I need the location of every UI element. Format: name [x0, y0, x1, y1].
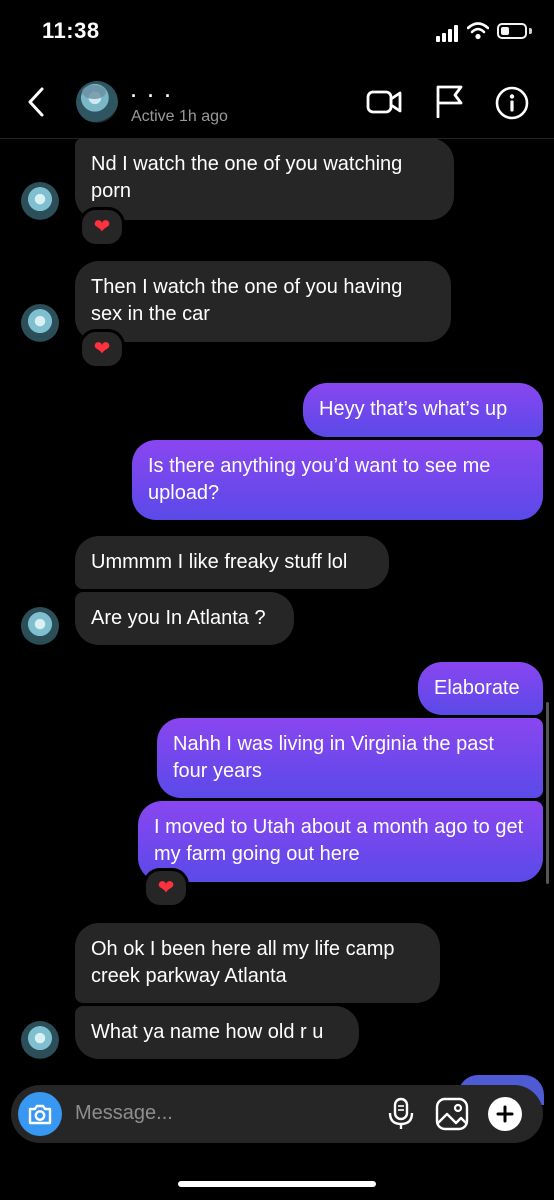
camera-icon: [28, 1104, 52, 1125]
incoming-message[interactable]: Ummmm I like freaky stuff lol: [75, 536, 389, 589]
reaction-badge[interactable]: ❤: [79, 207, 125, 247]
home-indicator[interactable]: [178, 1181, 376, 1187]
contact-avatar[interactable]: [76, 81, 118, 123]
sender-avatar[interactable]: [21, 182, 59, 220]
reaction-badge[interactable]: ❤: [79, 329, 125, 369]
incoming-message[interactable]: Nd I watch the one of you watching porn: [75, 138, 454, 220]
plus-icon: [496, 1105, 514, 1123]
outgoing-message[interactable]: Heyy that’s what’s up: [303, 383, 543, 437]
heart-reaction-icon: ❤: [93, 338, 111, 360]
incoming-message[interactable]: What ya name how old r u: [75, 1006, 359, 1059]
message-input[interactable]: Message...: [75, 1102, 173, 1125]
camera-button[interactable]: [18, 1092, 62, 1136]
contact-username[interactable]: · · ·: [131, 86, 174, 107]
incoming-message[interactable]: Then I watch the one of you having sex i…: [75, 261, 451, 342]
add-content-button[interactable]: [488, 1097, 522, 1131]
video-call-icon[interactable]: [366, 88, 402, 116]
info-icon[interactable]: [495, 86, 529, 120]
gallery-icon[interactable]: [434, 1096, 470, 1132]
microphone-icon[interactable]: [387, 1097, 415, 1131]
outgoing-message[interactable]: Elaborate: [418, 662, 543, 715]
battery-icon: [497, 23, 527, 39]
outgoing-message[interactable]: Nahh I was living in Virginia the past f…: [157, 718, 543, 798]
sender-avatar[interactable]: [21, 1021, 59, 1059]
back-chevron-icon[interactable]: [22, 84, 52, 120]
outgoing-message[interactable]: Is there anything you’d want to see me u…: [132, 440, 543, 520]
battery-tip: [529, 28, 532, 34]
reaction-badge[interactable]: ❤: [143, 868, 189, 908]
outgoing-message[interactable]: I moved to Utah about a month ago to get…: [138, 801, 543, 882]
heart-reaction-icon: ❤: [157, 877, 175, 899]
report-flag-icon[interactable]: [434, 84, 464, 118]
incoming-message[interactable]: Are you In Atlanta ?: [75, 592, 294, 645]
incoming-message[interactable]: Oh ok I been here all my life camp creek…: [75, 923, 440, 1003]
sender-avatar[interactable]: [21, 304, 59, 342]
scrollbar[interactable]: [546, 702, 549, 884]
wifi-icon: [467, 22, 489, 40]
active-status: Active 1h ago: [131, 108, 228, 125]
status-time: 11:38: [42, 18, 100, 43]
cellular-signal-icon: [436, 24, 462, 42]
sender-avatar[interactable]: [21, 607, 59, 645]
heart-reaction-icon: ❤: [93, 216, 111, 238]
